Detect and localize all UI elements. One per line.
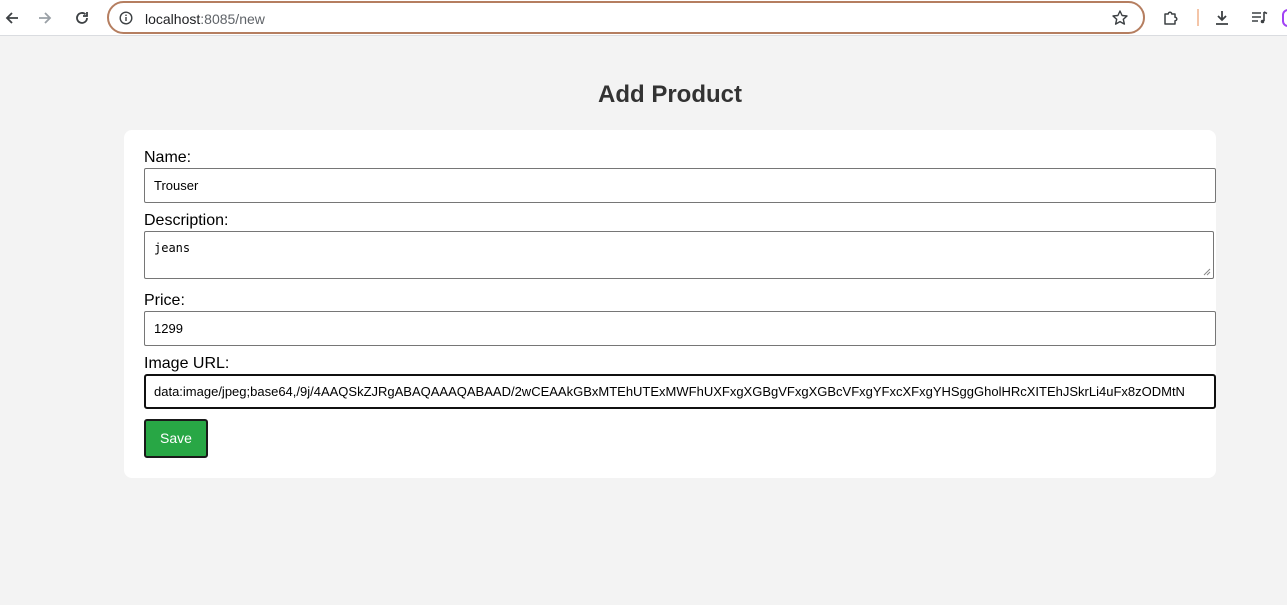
description-textarea[interactable]: jeans	[144, 231, 1214, 279]
reload-button[interactable]	[70, 6, 94, 30]
arrow-left-icon	[5, 12, 18, 24]
star-icon[interactable]	[1111, 9, 1129, 27]
media-queue-icon	[1252, 11, 1268, 24]
profile-avatar[interactable]	[1282, 9, 1287, 27]
address-bar[interactable]: localhost:8085/new	[107, 1, 1145, 34]
download-icon	[1216, 11, 1228, 25]
product-form: Name: Trouser Description: jeans Price: …	[124, 130, 1216, 478]
name-input[interactable]: Trouser	[144, 168, 1216, 203]
description-text: jeans	[154, 241, 191, 255]
url-text[interactable]: localhost:8085/new	[145, 11, 265, 27]
arrow-right-icon	[39, 12, 52, 24]
url-host: localhost	[145, 11, 201, 27]
extensions-button[interactable]	[1159, 6, 1183, 30]
info-icon[interactable]	[119, 11, 133, 25]
puzzle-icon	[1164, 11, 1178, 25]
price-label: Price:	[144, 292, 185, 309]
browser-toolbar: localhost:8085/new	[0, 0, 1287, 36]
resize-grip-icon[interactable]	[1203, 268, 1211, 276]
forward-button[interactable]	[33, 6, 57, 30]
image-url-input[interactable]: data:image/jpeg;base64,/9j/4AAQSkZJRgABA…	[144, 374, 1216, 409]
media-control-button[interactable]	[1247, 6, 1271, 30]
download-button[interactable]	[1210, 6, 1234, 30]
price-input[interactable]: 1299	[144, 311, 1216, 346]
name-label: Name:	[144, 149, 192, 166]
back-button[interactable]	[0, 6, 24, 30]
description-label: Description:	[144, 212, 229, 229]
toolbar-divider	[1197, 9, 1199, 26]
save-button[interactable]: Save	[144, 419, 208, 458]
reload-icon	[76, 12, 88, 24]
url-path: :8085/new	[200, 11, 265, 27]
image-url-label: Image URL:	[144, 355, 230, 372]
page-title: Add Product	[598, 81, 742, 108]
